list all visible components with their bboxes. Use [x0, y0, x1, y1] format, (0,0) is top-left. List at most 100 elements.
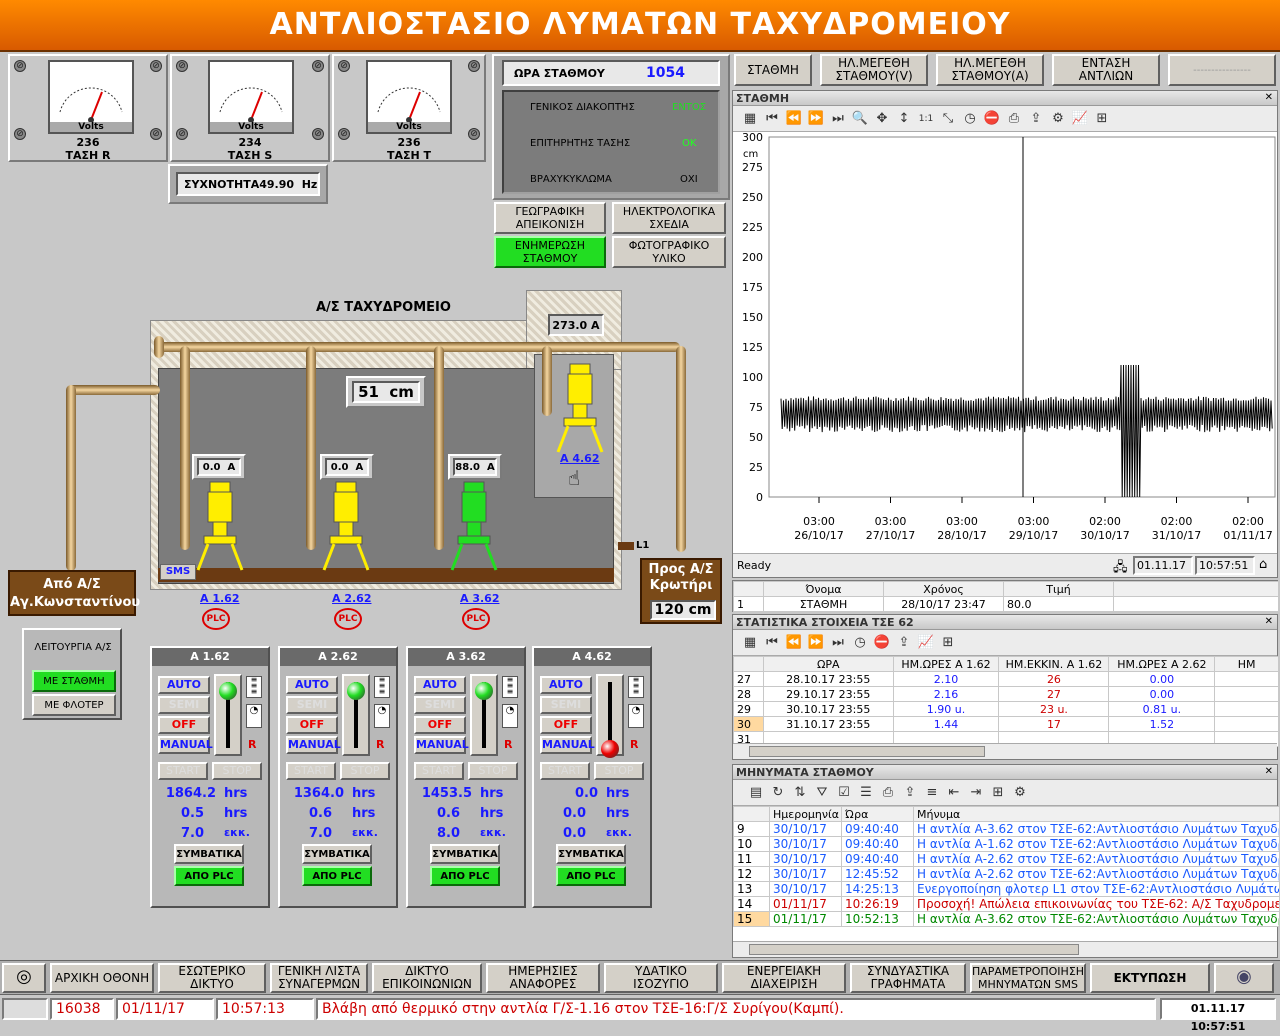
- stop-button[interactable]: STOP: [340, 762, 390, 780]
- reset-button[interactable]: R: [630, 738, 638, 751]
- home-icon[interactable]: ⌂: [1259, 557, 1267, 572]
- pump2-link[interactable]: A 2.62: [332, 592, 371, 605]
- export-icon[interactable]: ⇪: [901, 784, 919, 802]
- print-icon[interactable]: ⎙: [1005, 110, 1023, 128]
- clock-icon[interactable]: ◷: [961, 110, 979, 128]
- nav-button[interactable]: ΕΚΤΥΠΩΣΗ: [1090, 963, 1210, 993]
- conventional-button[interactable]: ΣΥΜΒΑΤΙΚΑ: [430, 844, 500, 864]
- grid-icon[interactable]: ⊞: [1093, 110, 1111, 128]
- forward-icon[interactable]: ⏩: [807, 634, 825, 652]
- first-icon[interactable]: ⏮: [763, 634, 781, 652]
- ruler-icon[interactable]: ⤡: [939, 110, 957, 128]
- close-icon[interactable]: ✕: [1265, 766, 1273, 777]
- conventional-button[interactable]: ΣΥΜΒΑΤΙΚΑ: [174, 844, 244, 864]
- manual-button[interactable]: MANUAL: [540, 736, 595, 754]
- nav-button[interactable]: ΣΥΝΔΥΑΣΤΙΚΑ ΓΡΑΦΗΜΑΤΑ: [850, 963, 966, 993]
- reset-button[interactable]: R: [248, 738, 256, 751]
- table-row[interactable]: 15 01/11/17 10:52:13 Η αντλία Α-3.62 στον Τ…: [733, 911, 1280, 927]
- gauge-icon[interactable]: ◔: [374, 704, 390, 728]
- gauge-icon[interactable]: ◔: [246, 704, 262, 728]
- empty-button[interactable]: ----------------: [1168, 54, 1276, 86]
- gauge-icon[interactable]: ◔: [628, 704, 644, 728]
- table-row[interactable]: 29 30.10.17 23:55 1.90 u. 23 u. 0.81 u.: [733, 701, 1279, 717]
- photo-material-button[interactable]: ΦΩΤΟΓΡΑΦΙΚΟ ΥΛΙΚΟ: [612, 236, 726, 268]
- semi-button[interactable]: SEMI: [414, 696, 466, 714]
- level-chart-button[interactable]: ΣΤΑΘΜΗ: [734, 54, 812, 86]
- manual-button[interactable]: MANUAL: [414, 736, 469, 754]
- mode-slider[interactable]: [214, 674, 242, 756]
- nav-button[interactable]: ΥΔΑΤΙΚΟ ΙΣΟΖΥΓΙΟ: [604, 963, 718, 993]
- slider-knob-icon[interactable]: [475, 682, 493, 700]
- close-icon[interactable]: ✕: [1265, 616, 1273, 627]
- slider-knob-icon[interactable]: [347, 682, 365, 700]
- pump-current-button[interactable]: ΕΝΤΑΣΗ ΑΝΤΛΙΩΝ: [1052, 54, 1160, 86]
- semi-button[interactable]: SEMI: [158, 696, 210, 714]
- stop-icon[interactable]: ⛔: [983, 110, 1001, 128]
- table-icon[interactable]: ▦: [741, 634, 759, 652]
- chart-icon[interactable]: 📈: [917, 634, 935, 652]
- table-row[interactable]: 10 30/10/17 09:40:40 Η αντλία Α-1.62 στον Τ…: [733, 836, 1280, 852]
- off-button[interactable]: OFF: [414, 716, 466, 734]
- prev-icon[interactable]: ⇤: [945, 784, 963, 802]
- auto-button[interactable]: AUTO: [158, 676, 210, 694]
- from-plc-button[interactable]: ΑΠΟ PLC: [174, 866, 244, 886]
- horizontal-scrollbar[interactable]: [733, 743, 1277, 759]
- nav-button[interactable]: ΑΡΧΙΚΗ ΟΘΟΝΗ: [50, 963, 154, 993]
- nav-button[interactable]: ΓΕΝΙΚΗ ΛΙΣΤΑ ΣΥΝΑΓΕΡΜΩΝ: [270, 963, 368, 993]
- manual-button[interactable]: MANUAL: [286, 736, 341, 754]
- pan-icon[interactable]: ✥: [873, 110, 891, 128]
- gauge-icon[interactable]: ◔: [502, 704, 518, 728]
- slider-knob-icon[interactable]: [219, 682, 237, 700]
- electrical-v-button[interactable]: ΗΛ.ΜΕΓΕΘΗ ΣΤΑΘΜΟΥ(V): [820, 54, 928, 86]
- electrical-a-button[interactable]: ΗΛ.ΜΕΓΕΘΗ ΣΤΑΘΜΟΥ(A): [936, 54, 1044, 86]
- last-icon[interactable]: ⏭: [829, 110, 847, 128]
- station-update-button[interactable]: ΕΝΗΜΕΡΩΣΗ ΣΤΑΘΜΟΥ: [494, 236, 606, 268]
- auto-button[interactable]: AUTO: [540, 676, 592, 694]
- nav-button[interactable]: ΕΝΕΡΓΕΙΑΚΗ ΔΙΑΧΕΙΡΙΣΗ: [722, 963, 846, 993]
- mode-slider[interactable]: [596, 674, 624, 758]
- from-plc-button[interactable]: ΑΠΟ PLC: [556, 866, 626, 886]
- filter-icon[interactable]: ⛛: [813, 784, 831, 802]
- off-button[interactable]: OFF: [286, 716, 338, 734]
- auto-button[interactable]: AUTO: [286, 676, 338, 694]
- electrical-drawings-button[interactable]: ΗΛΕΚΤΡΟΛΟΓΙΚΑ ΣΧΕΔΙΑ: [612, 202, 726, 234]
- globe-icon[interactable]: ◉: [1214, 963, 1274, 993]
- table-row[interactable]: 14 01/11/17 10:26:19 Προσοχή! Απώλεια επικο…: [733, 896, 1280, 912]
- check-icon[interactable]: ☑: [835, 784, 853, 802]
- mode-slider[interactable]: [470, 674, 498, 756]
- off-button[interactable]: OFF: [540, 716, 592, 734]
- semi-button[interactable]: SEMI: [540, 696, 592, 714]
- reset-button[interactable]: R: [504, 738, 512, 751]
- mode-by-level-button[interactable]: ΜΕ ΣΤΑΘΜΗ: [32, 670, 116, 692]
- mode-slider[interactable]: [342, 674, 370, 756]
- pump3-icon[interactable]: [444, 480, 504, 572]
- nav-button[interactable]: ΠΑΡΑΜΕΤΡΟΠΟΙΗΣΗ ΜΗΝΥΜΑΤΩΝ SMS: [970, 963, 1086, 993]
- stop-button[interactable]: STOP: [468, 762, 518, 780]
- pump1-link[interactable]: A 1.62: [200, 592, 239, 605]
- mode-by-float-button[interactable]: ΜΕ ΦΛΟΤΕΡ: [32, 694, 116, 716]
- table-row[interactable]: 28 29.10.17 23:55 2.16 27 0.00: [733, 686, 1279, 702]
- from-plc-button[interactable]: ΑΠΟ PLC: [302, 866, 372, 886]
- pump4-link[interactable]: A 4.62: [560, 452, 599, 465]
- refresh-icon[interactable]: ↻: [769, 784, 787, 802]
- horizontal-scrollbar[interactable]: [733, 941, 1277, 957]
- geo-view-button[interactable]: ΓΕΩΓΡΑΦΙΚΗ ΑΠΕΙΚΟΝΙΣΗ: [494, 202, 606, 234]
- table-row[interactable]: 9 30/10/17 09:40:40 Η αντλία Α-3.62 στον ΤΣ…: [733, 821, 1280, 837]
- alarm-text[interactable]: Βλάβη από θερμικό στην αντλία Γ/Σ-1.16 σ…: [316, 998, 1156, 1020]
- off-button[interactable]: OFF: [158, 716, 210, 734]
- align-icon[interactable]: ≡: [923, 784, 941, 802]
- start-button[interactable]: START: [540, 762, 590, 780]
- table-row[interactable]: 1 ΣΤΑΘΜΗ 28/10/17 23:47 80.0: [733, 596, 1279, 612]
- document-icon[interactable]: ≡ ≡ ≡: [374, 676, 390, 698]
- pump1-icon[interactable]: [190, 480, 250, 572]
- document-icon[interactable]: ≡ ≡ ≡: [246, 676, 262, 698]
- layout-icon[interactable]: ⊞: [989, 784, 1007, 802]
- pump2-icon[interactable]: [316, 480, 376, 572]
- list-icon[interactable]: ▤: [747, 784, 765, 802]
- stop-icon[interactable]: ⛔: [873, 634, 891, 652]
- pump3-link[interactable]: A 3.62: [460, 592, 499, 605]
- manual-button[interactable]: MANUAL: [158, 736, 213, 754]
- stop-button[interactable]: STOP: [594, 762, 644, 780]
- start-button[interactable]: START: [286, 762, 336, 780]
- table-row[interactable]: 27 28.10.17 23:55 2.10 26 0.00: [733, 671, 1279, 687]
